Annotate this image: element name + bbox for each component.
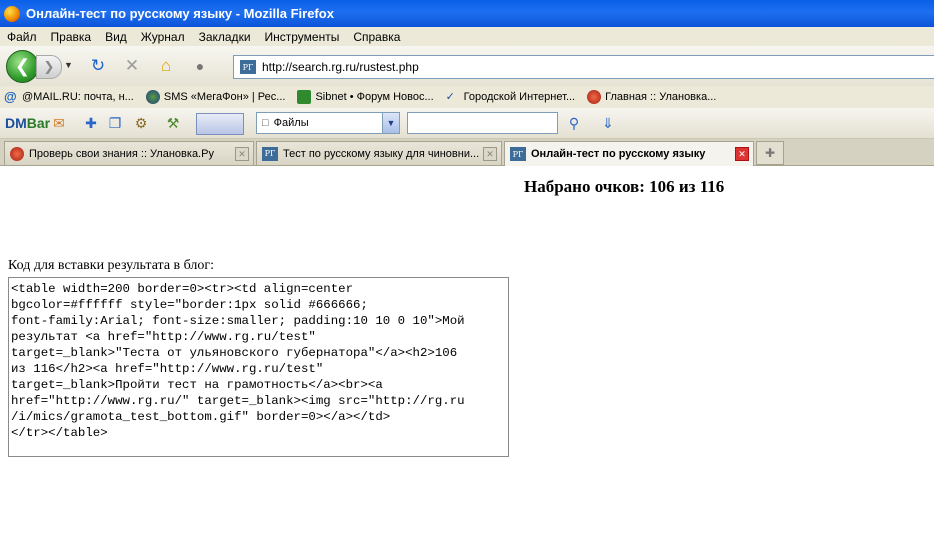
- rg-favicon: РГ: [262, 146, 278, 161]
- dmbar-tools-icon[interactable]: ⚒: [164, 115, 182, 131]
- forward-arrow-icon: ❯: [43, 59, 55, 74]
- bookmark-label: Sibnet • Форум Новос...: [315, 91, 434, 103]
- tab-rg-test-officials[interactable]: РГ Тест по русскому языку для чиновни...…: [256, 141, 502, 165]
- embed-code-textarea[interactable]: <table width=200 border=0><tr><td align=…: [8, 277, 509, 457]
- dmbar-copy-icon[interactable]: ❐: [106, 115, 124, 131]
- menu-tools[interactable]: Инструменты: [258, 30, 347, 44]
- site-favicon: РГ: [240, 60, 256, 74]
- ulanovka-icon: [10, 146, 24, 161]
- tab-ulanovka[interactable]: Проверь свои знания :: Улановка.Ру ✕: [4, 141, 254, 165]
- forward-button[interactable]: ❯: [36, 55, 62, 79]
- firefox-icon: [4, 5, 20, 22]
- tab-online-test[interactable]: РГ Онлайн-тест по русскому языку ✕: [504, 141, 754, 166]
- close-tab-icon[interactable]: ✕: [235, 147, 249, 161]
- download-icon[interactable]: ⇓: [599, 115, 617, 131]
- menu-help[interactable]: Справка: [346, 30, 407, 44]
- dmbar-logo[interactable]: DMBar: [5, 115, 50, 131]
- bookmark-label: Главная :: Улановка...: [605, 91, 717, 103]
- search-icon[interactable]: ⚲: [565, 115, 583, 131]
- dmbar-add-icon[interactable]: ✚: [82, 115, 100, 131]
- back-button[interactable]: ❮: [6, 50, 39, 83]
- bookmark-label: SMS «МегаФон» | Рес...: [163, 91, 286, 103]
- home-icon[interactable]: ⌂: [156, 56, 176, 76]
- close-tab-icon[interactable]: ✕: [483, 147, 497, 161]
- page-icon: □: [262, 117, 269, 129]
- back-arrow-icon: ❮: [14, 56, 31, 76]
- sibnet-icon: [297, 90, 312, 104]
- dmbar-action-button[interactable]: [196, 113, 244, 135]
- menu-file[interactable]: Файл: [0, 30, 44, 44]
- url-text[interactable]: http://search.rg.ru/rustest.php: [262, 60, 419, 74]
- bookmark-label: Городской Интернет...: [463, 91, 576, 103]
- megafon-icon: [145, 90, 160, 104]
- dmbar-select-value: Файлы: [273, 117, 309, 129]
- menu-view[interactable]: Вид: [98, 30, 134, 44]
- dmbar-toolbar: DMBar ✉ ✚ ❐ ⚙ ⚒ □ Файлы ▼ ⚲ ⇓: [0, 108, 934, 139]
- dmbar-search-input[interactable]: [407, 112, 558, 134]
- navigation-toolbar: ❮ ❯ ▼ ↻ ✕ ⌂ ● РГ http://search.rg.ru/rus…: [0, 46, 934, 87]
- bookmarks-toolbar: @ @MAIL.RU: почта, н... SMS «МегаФон» | …: [0, 86, 934, 108]
- close-tab-icon[interactable]: ✕: [735, 147, 749, 161]
- ulanovka-icon: [587, 90, 602, 104]
- dmbar-settings-icon[interactable]: ⚙: [132, 115, 150, 131]
- window-title-bar: Онлайн-тест по русскому языку - Mozilla …: [0, 0, 934, 27]
- score-heading: Набрано очков: 106 из 116: [524, 177, 725, 196]
- chevron-down-icon[interactable]: ▼: [382, 113, 399, 133]
- reload-icon[interactable]: ↻: [88, 56, 108, 76]
- bookmark-label: @MAIL.RU: почта, н...: [22, 91, 134, 103]
- menu-bookmarks[interactable]: Закладки: [192, 30, 258, 44]
- tab-label: Проверь свои знания :: Улановка.Ру: [29, 147, 214, 160]
- new-tab-button[interactable]: ✚: [756, 141, 784, 165]
- city-internet-icon: ✓: [445, 91, 455, 103]
- history-dropdown-icon[interactable]: ▼: [64, 60, 73, 70]
- mailru-icon: @: [4, 88, 17, 104]
- addon-icon[interactable]: ●: [190, 56, 210, 76]
- bookmark-ulanovka[interactable]: Главная :: Улановка...: [583, 90, 716, 104]
- bookmark-mailru[interactable]: @ @MAIL.RU: почта, н...: [0, 88, 134, 104]
- bookmark-city-internet[interactable]: ✓ Городской Интернет...: [442, 90, 575, 104]
- embed-code-label: Код для вставки результата в блог:: [8, 258, 215, 273]
- dmbar-chat-icon[interactable]: ✉: [50, 115, 68, 131]
- plus-icon: ✚: [764, 146, 776, 160]
- rg-favicon: РГ: [510, 147, 526, 161]
- bookmark-sibnet[interactable]: Sibnet • Форум Новос...: [293, 90, 434, 104]
- url-bar[interactable]: РГ http://search.rg.ru/rustest.php: [233, 55, 934, 79]
- stop-icon[interactable]: ✕: [122, 56, 142, 76]
- menu-bar: Файл Правка Вид Журнал Закладки Инструме…: [0, 27, 934, 46]
- menu-edit[interactable]: Правка: [44, 30, 99, 44]
- tab-label: Онлайн-тест по русскому языку: [531, 148, 706, 160]
- tab-bar: Проверь свои знания :: Улановка.Ру ✕ РГ …: [0, 139, 934, 166]
- bookmark-megafon[interactable]: SMS «МегаФон» | Рес...: [142, 90, 286, 104]
- tab-label: Тест по русскому языку для чиновни...: [283, 147, 480, 160]
- dmbar-search-type-select[interactable]: □ Файлы ▼: [256, 112, 400, 134]
- window-title: Онлайн-тест по русскому языку - Mozilla …: [26, 6, 334, 21]
- menu-history[interactable]: Журнал: [134, 30, 192, 44]
